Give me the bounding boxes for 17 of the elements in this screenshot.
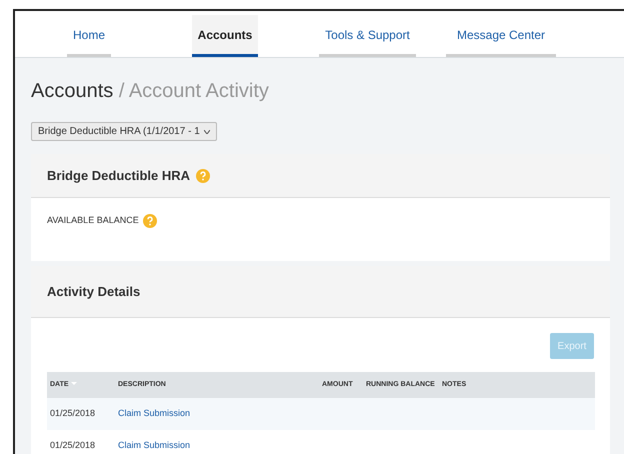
date-cell: 01/25/2018 [47, 398, 115, 430]
nav-tab[interactable]: Tools & Support [319, 15, 416, 57]
panel-title: Activity Details [47, 282, 140, 301]
help-icon[interactable] [196, 168, 210, 182]
caret-icon [204, 130, 210, 134]
nav-tab[interactable]: Accounts [192, 15, 258, 57]
date-cell: 01/25/2018 [47, 430, 115, 454]
balance-label: AVAILABLE BALANCE [47, 214, 139, 228]
page-title: Accounts / Account Activity [31, 79, 270, 104]
description-link[interactable]: Claim Submission [118, 440, 190, 450]
account-dropdown[interactable]: Bridge Deductible HRA (1/1/2017 - 1 [31, 122, 217, 141]
description-link[interactable]: Claim Submission [118, 408, 190, 418]
nav-tab[interactable]: Home [67, 15, 111, 57]
help-icon[interactable] [142, 214, 157, 228]
nav-tab[interactable]: Message Center [446, 15, 556, 57]
sort-icon[interactable] [70, 382, 76, 386]
panel-title: Bridge Deductible HRA [47, 166, 190, 185]
